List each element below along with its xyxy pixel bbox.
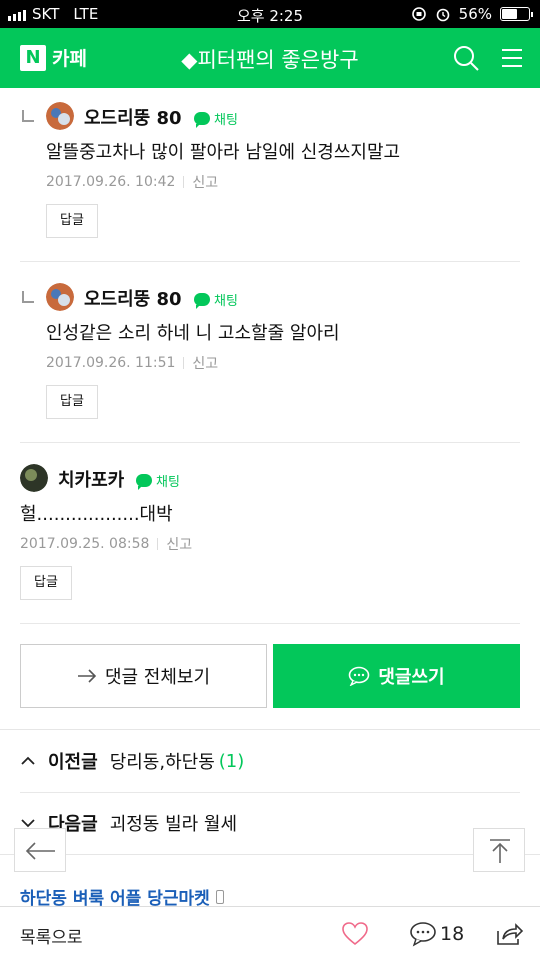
arrow-left-icon: [25, 842, 55, 860]
comment-icon[interactable]: [408, 919, 438, 949]
rotation-lock-icon: [411, 7, 426, 21]
comment-nickname[interactable]: 치카포카: [58, 466, 124, 492]
arrow-top-icon: [490, 839, 510, 863]
chat-label: 채팅: [214, 113, 238, 128]
chat-link[interactable]: 채팅: [194, 109, 238, 128]
reply-indent-icon: [22, 291, 34, 303]
prev-post-comment-count: (1): [218, 750, 245, 772]
comment-divider: [20, 442, 520, 443]
next-post-link[interactable]: 다음글 괴정동 빌라 월세: [20, 810, 520, 836]
avatar[interactable]: [46, 283, 74, 311]
comment-text: 헐..................대박: [20, 504, 173, 525]
chevron-up-icon: [21, 756, 35, 765]
write-comment-label: 댓글쓰기: [378, 667, 445, 688]
meta-divider: [183, 357, 185, 369]
reply-button[interactable]: 답글: [46, 204, 98, 238]
battery-percent: 56%: [458, 5, 492, 23]
avatar[interactable]: [46, 102, 74, 130]
chevron-down-icon: [21, 819, 35, 828]
chat-icon: [136, 474, 152, 490]
section-divider: [0, 729, 540, 730]
comment-text: 알뜰중고차나 많이 팔아라 남일에 신경쓰지말고: [46, 142, 401, 163]
chat-label: 채팅: [156, 475, 180, 490]
view-all-comments-button[interactable]: 댓글 전체보기: [20, 644, 267, 708]
comment-text: 인성같은 소리 하네 니 고소할줄 알아리: [46, 323, 340, 344]
prev-post-title: 당리동,하단동: [109, 752, 215, 773]
comment-divider: [20, 623, 520, 624]
battery-icon: [500, 7, 533, 21]
section-divider: [0, 854, 540, 855]
heart-icon[interactable]: [340, 919, 370, 949]
nav-divider: [20, 792, 520, 793]
status-bar: SKT LTE 오후 2:25 56%: [0, 0, 540, 28]
arrow-right-icon: [77, 669, 97, 683]
view-all-label: 댓글 전체보기: [104, 667, 211, 688]
comment-divider: [20, 261, 520, 262]
avatar[interactable]: [20, 464, 48, 492]
chat-label: 채팅: [214, 294, 238, 309]
chat-link[interactable]: 채팅: [194, 290, 238, 309]
logo-text: 카페: [52, 48, 87, 70]
write-comment-button[interactable]: 댓글쓰기: [273, 644, 520, 708]
chat-icon: [194, 112, 210, 128]
report-link[interactable]: 신고: [192, 172, 218, 192]
meta-divider: [157, 538, 159, 550]
reply-button[interactable]: 답글: [46, 385, 98, 419]
bottom-bar: 목록으로 18: [0, 906, 540, 960]
naver-cafe-logo[interactable]: N 카페: [20, 44, 87, 71]
next-post-title: 괴정동 빌라 월세: [109, 814, 238, 835]
back-to-list-link[interactable]: 목록으로: [20, 923, 83, 948]
cafe-title[interactable]: ◆피터팬의 좋은방구: [120, 44, 420, 74]
back-floating-button[interactable]: [14, 828, 66, 872]
report-link[interactable]: 신고: [192, 353, 218, 373]
reply-button[interactable]: 답글: [20, 566, 72, 600]
chat-icon: [194, 293, 210, 309]
comment-bubble-icon: [349, 666, 370, 686]
comment-date: 2017.09.26. 10:42: [46, 174, 176, 190]
share-icon[interactable]: [494, 919, 524, 949]
menu-icon[interactable]: [496, 42, 528, 74]
prev-post-label: 이전글: [48, 752, 98, 773]
naver-logo-icon: N: [20, 44, 46, 71]
search-icon[interactable]: [450, 42, 482, 74]
prev-post-link[interactable]: 이전글 당리동,하단동 (1): [20, 748, 520, 774]
scroll-top-button[interactable]: [473, 828, 525, 872]
alarm-icon: [436, 8, 449, 22]
comment-nickname[interactable]: 오드리뚱 80: [84, 104, 182, 130]
meta-divider: [183, 176, 185, 188]
chat-link[interactable]: 채팅: [136, 471, 180, 490]
reply-indent-icon: [22, 110, 34, 122]
app-header: N 카페 ◆피터팬의 좋은방구: [0, 28, 540, 88]
comment-date: 2017.09.26. 11:51: [46, 355, 176, 371]
comment-date: 2017.09.25. 08:58: [20, 536, 150, 552]
comment-count: 18: [440, 923, 465, 945]
mobile-icon: [215, 889, 224, 904]
comment-nickname[interactable]: 오드리뚱 80: [84, 285, 182, 311]
report-link[interactable]: 신고: [166, 534, 192, 554]
